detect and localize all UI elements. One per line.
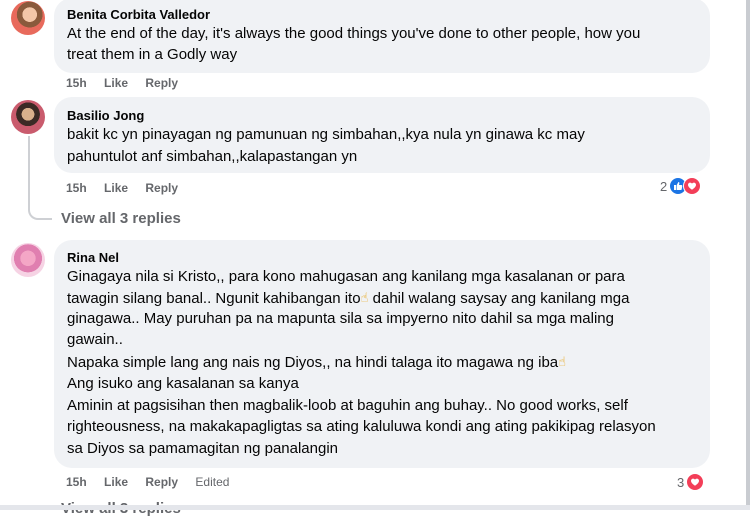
page-bottom-edge	[0, 505, 750, 510]
comment-text-segment: dahil walang saysay ang kanilang mga	[368, 290, 630, 307]
comment-text-line: bakit kc yn pinayagan ng pamunuan ng sim…	[67, 126, 585, 143]
like-button[interactable]: Like	[104, 181, 128, 195]
love-icon	[686, 473, 705, 491]
comment-text-line: Aminin at pagsisihan then magbalik-loob …	[67, 397, 628, 414]
comment-text-line: ginagawa.. May puruhan pa na mapunta sil…	[67, 310, 614, 327]
comment-actions: 15h Like Reply	[66, 76, 192, 90]
comment-text-line: pahuntulot anf simbahan,,kalapastangan y…	[67, 148, 358, 165]
comment-actions: 15h Like Reply Edited	[66, 475, 243, 489]
reply-button[interactable]: Reply	[145, 181, 178, 195]
comment-text-line: Ang isuko ang kasalanan sa kanya	[67, 375, 299, 392]
reaction-summary[interactable]: 2	[660, 177, 702, 195]
comment-text-segment: Napaka simple lang ang nais ng Diyos,, n…	[67, 354, 559, 371]
comment-author[interactable]: Benita Corbita Valledor	[67, 7, 210, 22]
comment-text-line: treat them in a Godly way	[67, 46, 238, 63]
comment-author[interactable]: Basilio Jong	[67, 108, 144, 123]
pointing-up-emoji-icon: ☝	[558, 354, 567, 369]
comment-text-line: sa Diyos sa pamamagitan ng panalangin	[67, 440, 339, 457]
avatar[interactable]	[11, 1, 45, 35]
reply-button[interactable]: Reply	[145, 76, 178, 90]
comment-timestamp[interactable]: 15h	[66, 181, 87, 195]
comment-text-line: Napaka simple lang ang nais ng Diyos,, n…	[67, 351, 566, 373]
comment-text-segment: tawagin silang banal.. Ngunit kahibangan…	[67, 290, 361, 307]
reaction-count: 3	[677, 474, 685, 490]
comment-text-line: tawagin silang banal.. Ngunit kahibangan…	[67, 287, 629, 309]
comment-actions: 15h Like Reply	[66, 181, 192, 195]
like-button[interactable]: Like	[104, 76, 128, 90]
comment-timestamp[interactable]: 15h	[66, 475, 87, 489]
comment-bubble: Rina Nel Ginagaya nila si Kristo,, para …	[54, 240, 710, 468]
edited-label: Edited	[195, 475, 230, 489]
reaction-summary[interactable]: 3	[677, 473, 705, 491]
comment-bubble: Basilio Jong bakit kc yn pinayagan ng pa…	[54, 97, 710, 173]
reply-thread-line	[28, 136, 52, 220]
love-icon	[683, 177, 702, 195]
like-button[interactable]: Like	[104, 475, 128, 489]
scrollbar-edge	[746, 0, 750, 510]
comment-text-line: gawain..	[67, 331, 123, 348]
comment-author[interactable]: Rina Nel	[67, 250, 119, 265]
comment-text-line: At the end of the day, it's always the g…	[67, 25, 641, 42]
avatar[interactable]	[11, 100, 45, 134]
comment-text-line: righteousness, na makakapagligtas sa ati…	[67, 418, 656, 435]
avatar[interactable]	[11, 243, 45, 277]
reply-button[interactable]: Reply	[145, 475, 178, 489]
view-replies-link[interactable]: View all 3 replies	[61, 210, 181, 227]
reaction-count: 2	[660, 178, 668, 194]
comment-text-line: Ginagaya nila si Kristo,, para kono mahu…	[67, 268, 625, 285]
comment-bubble: Benita Corbita Valledor At the end of th…	[54, 0, 710, 73]
comment-timestamp[interactable]: 15h	[66, 76, 87, 90]
